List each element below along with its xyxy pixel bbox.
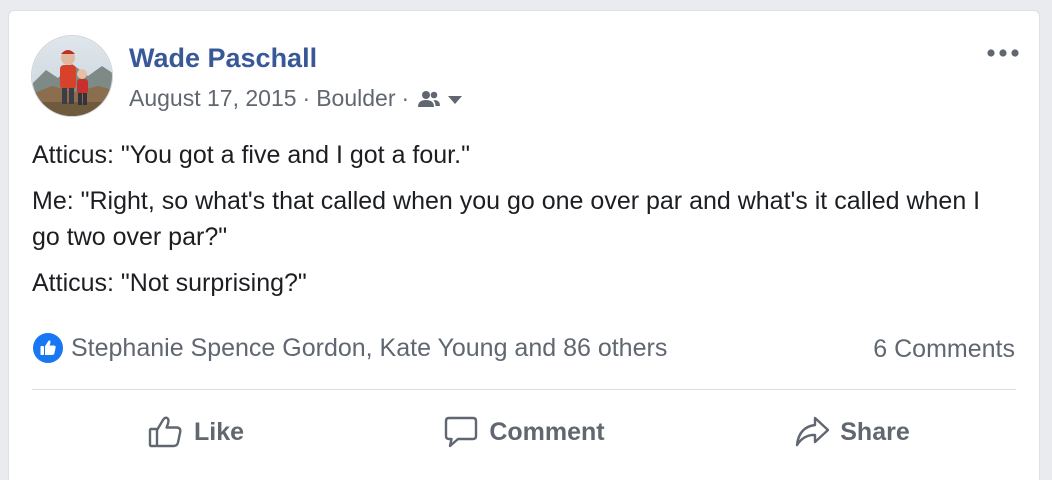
like-label: Like xyxy=(193,417,245,446)
like-reaction-icon xyxy=(33,333,63,363)
comment-button[interactable]: Comment xyxy=(360,403,688,461)
thumbs-up-icon xyxy=(148,416,182,448)
avatar[interactable] xyxy=(31,35,113,117)
reactions-summary[interactable]: Stephanie Spence Gordon, Kate Young and … xyxy=(33,333,667,363)
reactions-text: Stephanie Spence Gordon, Kate Young and … xyxy=(71,333,668,362)
comments-count[interactable]: 6 Comments xyxy=(873,335,1015,364)
post-paragraph: Atticus: "Not surprising?" xyxy=(32,269,307,297)
action-bar: Like Comment Share xyxy=(32,403,1016,461)
comment-bubble-icon xyxy=(445,416,478,448)
post-text: Atticus: "You got a five and I got a fou… xyxy=(32,137,992,311)
post-paragraph: Me: "Right, so what's that called when y… xyxy=(32,187,981,251)
share-arrow-icon xyxy=(796,416,830,447)
more-options-button[interactable] xyxy=(983,41,1023,65)
avatar-photo xyxy=(32,36,112,116)
friends-icon xyxy=(418,90,441,107)
author-name[interactable]: Wade Paschall xyxy=(129,43,317,74)
like-button[interactable]: Like xyxy=(32,403,360,461)
post-date[interactable]: August 17, 2015 xyxy=(129,85,297,112)
post-location[interactable]: Boulder xyxy=(316,85,395,112)
caret-down-icon xyxy=(448,95,463,104)
post-meta: August 17, 2015 · Boulder · xyxy=(129,85,465,112)
more-options-icon xyxy=(987,49,1019,57)
comment-label: Comment xyxy=(489,417,605,446)
audience-selector[interactable] xyxy=(417,89,465,109)
post-card: Wade Paschall August 17, 2015 · Boulder … xyxy=(8,10,1040,480)
post-paragraph: Atticus: "You got a five and I got a fou… xyxy=(32,141,470,169)
share-label: Share xyxy=(840,417,910,446)
meta-separator: · xyxy=(302,85,311,111)
meta-separator: · xyxy=(401,85,410,111)
share-button[interactable]: Share xyxy=(688,403,1016,461)
divider xyxy=(32,389,1016,390)
